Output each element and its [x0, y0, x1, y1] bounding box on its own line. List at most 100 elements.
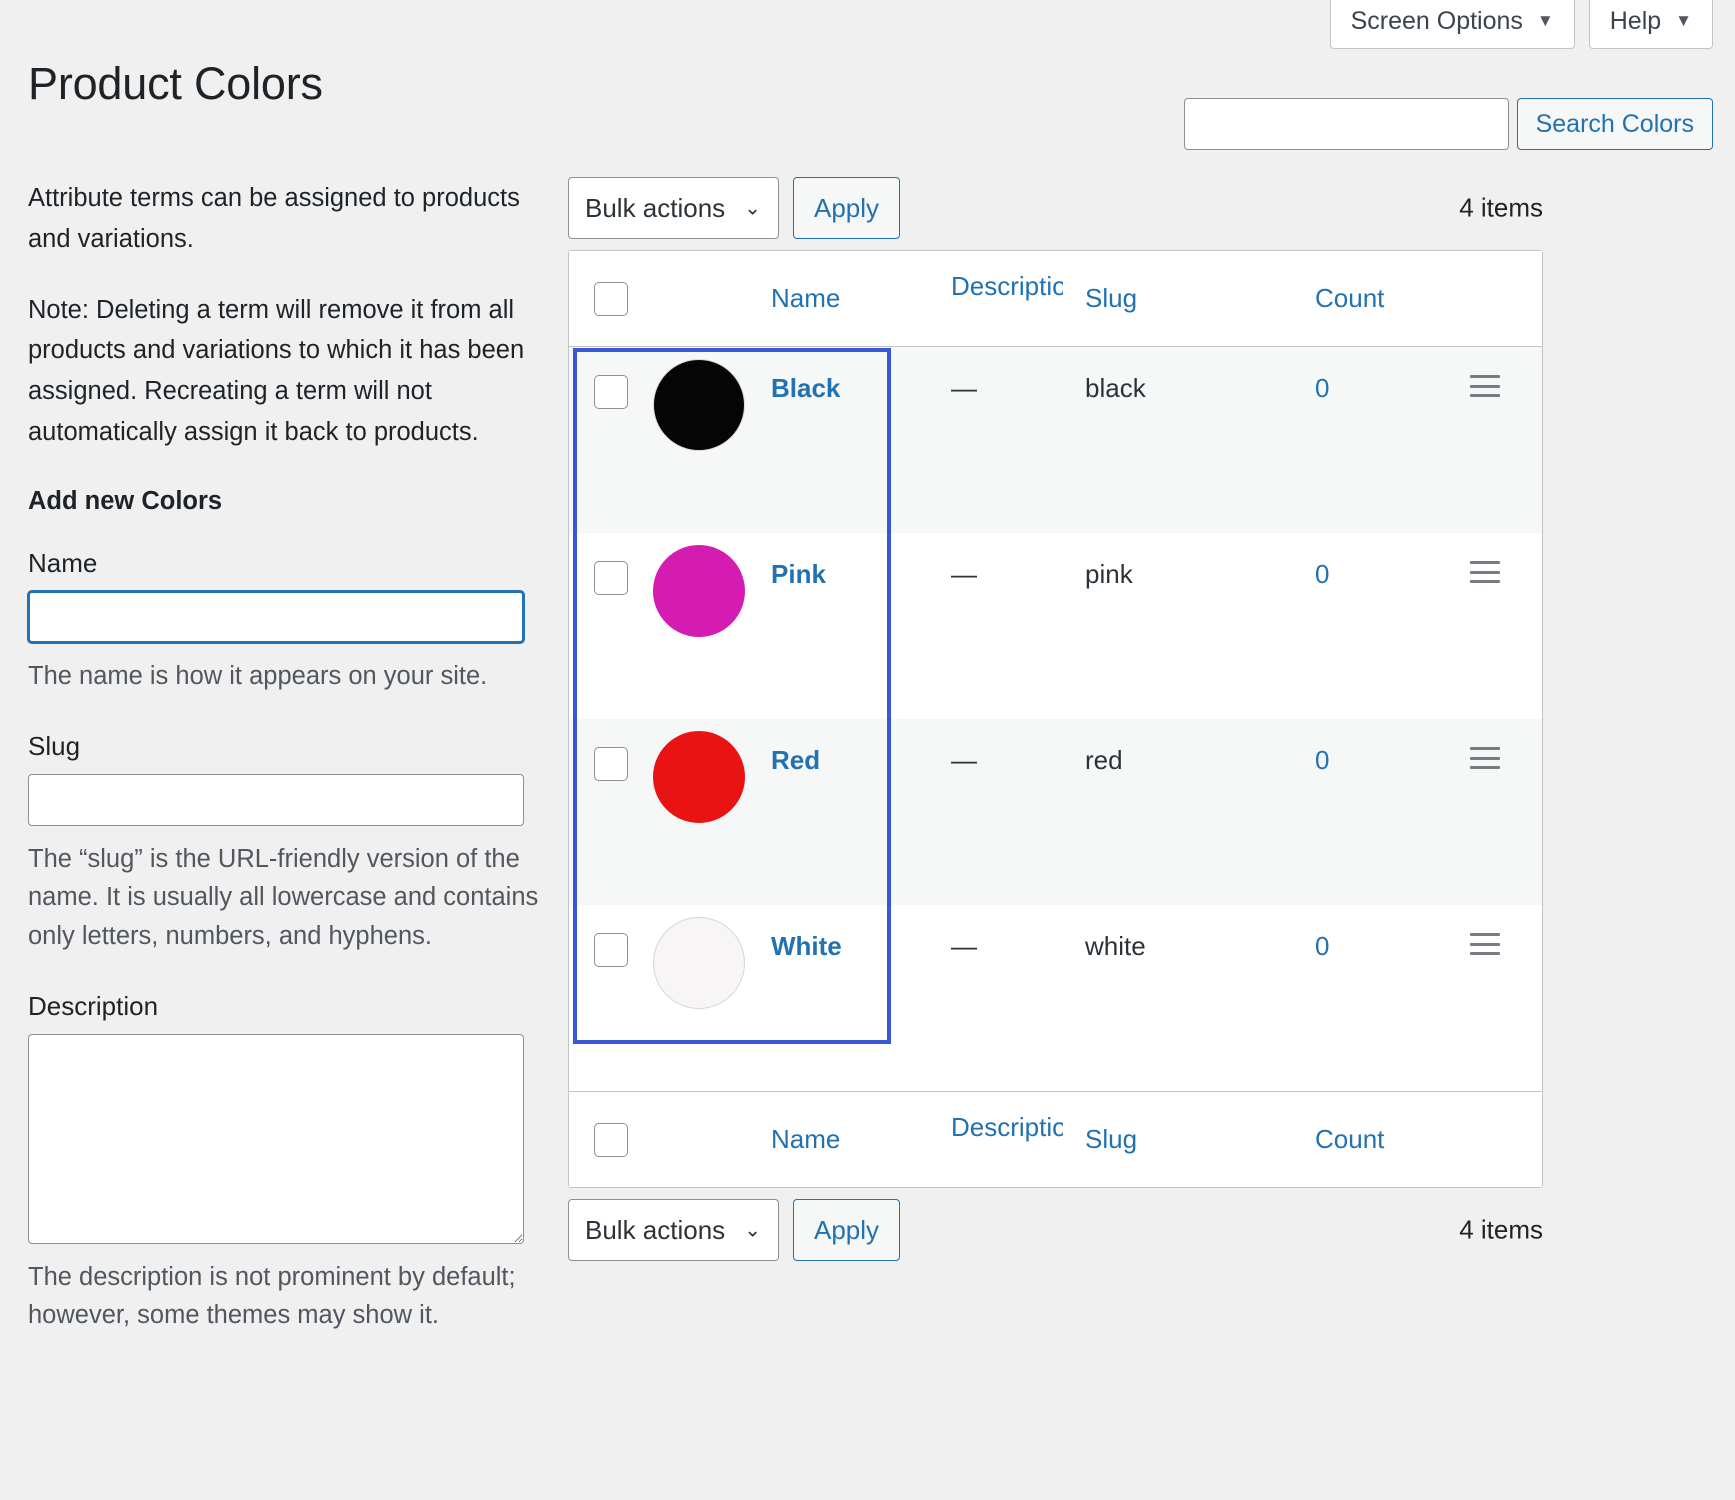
swatch-cell	[653, 347, 771, 451]
search-input[interactable]	[1183, 98, 1509, 150]
row-checkbox[interactable]	[594, 933, 628, 967]
drag-handle-icon[interactable]	[1470, 933, 1500, 955]
swatch-cell	[653, 905, 771, 1009]
bulk-actions-select-bottom[interactable]: Bulk actions	[568, 1199, 779, 1261]
search-form: Search Colors	[1183, 98, 1713, 150]
table-row: Red — red 0	[569, 719, 1542, 905]
name-label: Name	[28, 547, 98, 578]
row-select-cell	[569, 905, 653, 967]
slug-cell: pink	[1085, 533, 1315, 590]
table-body: Black — black 0 Pink — pink 0 Red — red 0 White — whit…	[569, 347, 1542, 1091]
row-select-cell	[569, 533, 653, 595]
slug-input[interactable]	[28, 774, 524, 827]
term-count-link[interactable]: 0	[1315, 931, 1329, 962]
term-count-link[interactable]: 0	[1315, 373, 1329, 404]
description-cell: —	[951, 905, 1085, 962]
name-input[interactable]	[28, 590, 524, 643]
term-count-link[interactable]: 0	[1315, 745, 1329, 776]
drag-handle-icon[interactable]	[1470, 747, 1500, 769]
term-slug: black	[1085, 373, 1146, 403]
swatch-cell	[653, 719, 771, 823]
table-header-row: Name Description Slug Count	[569, 251, 1542, 347]
name-cell: Pink	[771, 533, 951, 590]
count-footer-cell: Count	[1315, 1124, 1445, 1155]
column-header-name[interactable]: Name	[771, 283, 840, 313]
term-name-link[interactable]: Red	[771, 745, 820, 776]
handle-cell	[1445, 905, 1525, 955]
row-checkbox[interactable]	[594, 747, 628, 781]
row-checkbox[interactable]	[594, 561, 628, 595]
column-footer-slug[interactable]: Slug	[1085, 1124, 1137, 1154]
select-all-checkbox-top[interactable]	[594, 281, 628, 316]
description-footer-cell: Description	[951, 1112, 1085, 1155]
count-cell: 0	[1315, 533, 1445, 590]
swatch-cell	[653, 533, 771, 637]
name-help-text: The name is how it appears on your site.	[28, 661, 488, 690]
row-checkbox[interactable]	[594, 375, 628, 409]
bulk-actions-select-top[interactable]: Bulk actions	[568, 177, 779, 239]
apply-button-bottom[interactable]: Apply	[793, 1199, 901, 1261]
apply-button-top[interactable]: Apply	[793, 177, 901, 239]
screen-options-label: Screen Options	[1350, 7, 1523, 35]
name-cell: White	[771, 905, 951, 962]
screen-meta-bar: Screen Options ▼ Help ▼	[1329, 0, 1713, 49]
term-name-link[interactable]: Pink	[771, 559, 826, 590]
add-new-heading: Add new Colors	[28, 486, 223, 515]
term-count-link[interactable]: 0	[1315, 559, 1329, 590]
slug-cell: white	[1085, 905, 1315, 962]
column-header-count[interactable]: Count	[1315, 283, 1384, 313]
slug-cell: black	[1085, 347, 1315, 404]
description-header-cell: Description	[951, 271, 1085, 314]
drag-handle-icon[interactable]	[1470, 561, 1500, 583]
column-footer-name[interactable]: Name	[771, 1124, 840, 1154]
help-button[interactable]: Help ▼	[1588, 0, 1713, 49]
column-footer-description[interactable]: Description	[951, 1112, 1063, 1143]
terms-table: Name Description Slug Count Black — black 0…	[568, 250, 1543, 1188]
description-textarea[interactable]	[28, 1033, 524, 1244]
terms-table-region: Bulk actions ⌄ Apply 4 items Name Descri	[568, 177, 1543, 1261]
page-title: Product Colors	[28, 58, 323, 110]
add-term-form: Attribute terms can be assigned to produ…	[28, 178, 548, 1370]
tablenav-top: Bulk actions ⌄ Apply 4 items	[568, 177, 1543, 239]
term-name-link[interactable]: White	[771, 931, 842, 962]
color-swatch	[653, 917, 745, 1009]
table-row: White — white 0	[569, 905, 1542, 1091]
term-description: —	[951, 559, 977, 589]
bulk-actions-top-wrap: Bulk actions ⌄	[568, 177, 779, 239]
description-label: Description	[28, 990, 159, 1021]
column-header-description[interactable]: Description	[951, 271, 1063, 302]
items-count-bottom: 4 items	[1459, 1214, 1543, 1245]
intro-paragraph-2: Note: Deleting a term will remove it fro…	[28, 295, 525, 446]
chevron-down-icon: ▼	[1536, 10, 1554, 30]
term-slug: pink	[1085, 559, 1133, 589]
column-header-slug[interactable]: Slug	[1085, 283, 1137, 313]
bulk-actions-bottom-wrap: Bulk actions ⌄	[568, 1199, 779, 1261]
term-description: —	[951, 745, 977, 775]
row-select-cell	[569, 719, 653, 781]
chevron-down-icon: ▼	[1675, 10, 1692, 30]
column-footer-count[interactable]: Count	[1315, 1124, 1384, 1154]
name-cell: Red	[771, 719, 951, 776]
slug-header-cell: Slug	[1085, 283, 1315, 314]
intro-paragraph-1: Attribute terms can be assigned to produ…	[28, 184, 520, 253]
screen-options-button[interactable]: Screen Options ▼	[1329, 0, 1575, 49]
handle-cell	[1445, 347, 1525, 397]
description-cell: —	[951, 347, 1085, 404]
drag-handle-icon[interactable]	[1470, 375, 1500, 397]
select-all-cell-bottom	[569, 1122, 653, 1157]
select-all-checkbox-bottom[interactable]	[594, 1122, 628, 1157]
color-swatch	[653, 731, 745, 823]
term-name-link[interactable]: Black	[771, 373, 840, 404]
count-cell: 0	[1315, 719, 1445, 776]
search-colors-button[interactable]: Search Colors	[1516, 98, 1713, 150]
description-cell: —	[951, 719, 1085, 776]
count-cell: 0	[1315, 905, 1445, 962]
term-description: —	[951, 931, 977, 961]
slug-cell: red	[1085, 719, 1315, 776]
slug-help-text: The “slug” is the URL-friendly version o…	[28, 845, 539, 950]
admin-page: Screen Options ▼ Help ▼ Product Colors S…	[0, 0, 1735, 1500]
count-cell: 0	[1315, 347, 1445, 404]
tablenav-bottom: Bulk actions ⌄ Apply 4 items	[568, 1199, 1543, 1261]
description-help-text: The description is not prominent by defa…	[28, 1262, 516, 1330]
name-footer-cell: Name	[771, 1124, 951, 1155]
